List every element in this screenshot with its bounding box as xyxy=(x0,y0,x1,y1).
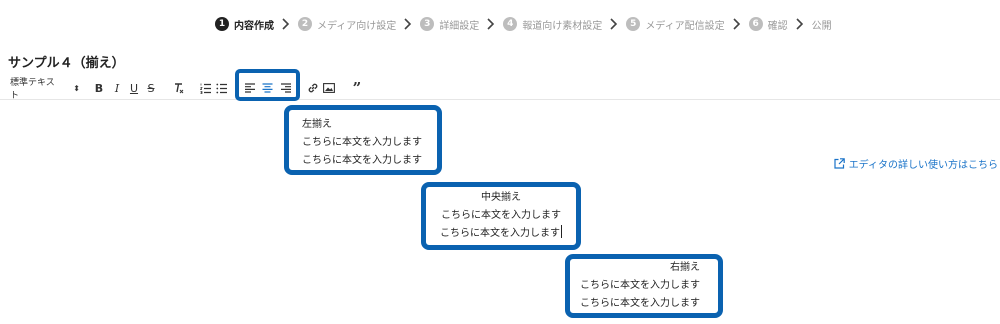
ordered-list-icon xyxy=(200,83,211,94)
editor-toolbar: 標準テキスト ⬍ B I U S ” エディタの詳しい使い方はこちら xyxy=(0,76,1000,171)
chevron-right-icon xyxy=(282,18,290,30)
paragraph-heading: 中央揃え xyxy=(481,192,521,203)
select-arrow-icon: ⬍ xyxy=(73,83,80,93)
ordered-list-button[interactable] xyxy=(199,76,213,100)
link-icon xyxy=(308,83,318,93)
step-content-creation[interactable]: 1 内容作成 xyxy=(215,17,274,32)
chevron-right-icon xyxy=(610,18,618,30)
step-number: 4 xyxy=(503,17,518,31)
step-detail-settings[interactable]: 3 詳細設定 xyxy=(420,17,479,32)
clear-format-icon xyxy=(175,83,184,94)
paragraph-heading: 左揃え xyxy=(302,119,332,130)
bold-button[interactable]: B xyxy=(92,76,106,100)
chevron-right-icon xyxy=(487,18,495,30)
editor-help-label: エディタの詳しい使い方はこちら xyxy=(848,160,998,171)
page-title: サンプル４（揃え） xyxy=(8,56,125,71)
step-label: 公開 xyxy=(811,20,832,32)
step-press-materials[interactable]: 4 報道向け素材設定 xyxy=(503,17,602,32)
step-number: 5 xyxy=(626,17,641,31)
paragraph-line: こちらに本文を入力します xyxy=(302,155,422,166)
step-confirm[interactable]: 6 確認 xyxy=(748,17,788,32)
paragraph-line: こちらに本文を入力します xyxy=(580,298,700,309)
chevron-right-icon xyxy=(733,18,741,30)
text-cursor xyxy=(561,225,562,238)
paragraph-line: こちらに本文を入力します xyxy=(580,280,700,291)
step-media-distribution[interactable]: 5 メディア配信設定 xyxy=(626,17,725,32)
text-format-value: 標準テキスト xyxy=(10,78,55,101)
blockquote-button[interactable]: ” xyxy=(350,76,364,100)
step-label: 確認 xyxy=(767,20,788,32)
step-label: メディア配信設定 xyxy=(645,20,725,32)
clear-format-button[interactable] xyxy=(172,76,186,100)
text-format-select[interactable]: 標準テキスト ⬍ xyxy=(10,76,80,101)
italic-button[interactable]: I xyxy=(110,76,124,100)
alignment-buttons-highlight xyxy=(235,69,300,101)
progress-stepper: 1 内容作成 2 メディア向け設定 3 詳細設定 4 報道向け素材設定 5 メデ… xyxy=(215,15,832,33)
editor-help-link[interactable]: エディタの詳しい使い方はこちら xyxy=(834,156,998,171)
step-label: 報道向け素材設定 xyxy=(522,20,603,32)
center-aligned-paragraph[interactable]: 中央揃え こちらに本文を入力します こちらに本文を入力します xyxy=(421,182,581,250)
insert-image-button[interactable] xyxy=(322,76,336,100)
underline-button[interactable]: U xyxy=(127,76,141,100)
external-link-icon xyxy=(834,158,845,169)
chevron-right-icon xyxy=(404,18,412,30)
insert-link-button[interactable] xyxy=(306,76,320,100)
step-number: 6 xyxy=(748,17,763,31)
image-icon xyxy=(323,83,335,93)
step-label: 内容作成 xyxy=(234,20,274,32)
left-aligned-paragraph[interactable]: 左揃え こちらに本文を入力します こちらに本文を入力します xyxy=(284,105,442,175)
paragraph-line: こちらに本文を入力します xyxy=(440,228,560,239)
step-number: 2 xyxy=(298,17,312,31)
paragraph-line: こちらに本文を入力します xyxy=(302,137,422,148)
step-media-settings[interactable]: 2 メディア向け設定 xyxy=(298,17,396,32)
step-label: メディア向け設定 xyxy=(317,20,397,32)
paragraph-line-with-caret: こちらに本文を入力します xyxy=(426,225,576,243)
step-publish[interactable]: 公開 xyxy=(812,17,832,32)
bullet-list-icon xyxy=(216,83,227,93)
step-label: 詳細設定 xyxy=(439,20,480,32)
step-number: 1 xyxy=(215,17,229,31)
chevron-right-icon xyxy=(796,18,804,30)
right-aligned-paragraph[interactable]: 右揃え こちらに本文を入力します こちらに本文を入力します xyxy=(565,254,723,318)
strikethrough-button[interactable]: S xyxy=(144,76,158,100)
paragraph-line: こちらに本文を入力します xyxy=(441,210,561,221)
paragraph-heading: 右揃え xyxy=(670,262,700,273)
bullet-list-button[interactable] xyxy=(215,76,229,100)
step-number: 3 xyxy=(420,17,435,31)
